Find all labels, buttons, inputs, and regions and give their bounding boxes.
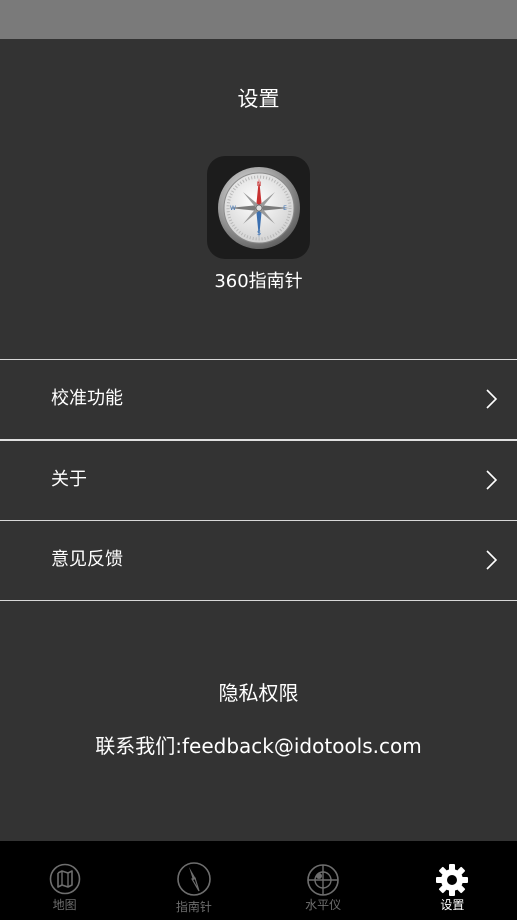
chevron-right-icon <box>486 389 498 409</box>
tab-compass[interactable]: 指南针 <box>129 841 258 920</box>
menu-item-feedback[interactable]: 意见反馈 <box>0 520 517 601</box>
menu-item-label: 意见反馈 <box>51 549 123 570</box>
tab-label: 水平仪 <box>305 898 342 912</box>
chevron-right-icon <box>486 550 498 570</box>
contact-email[interactable]: 联系我们:feedback@idotools.com <box>0 733 517 759</box>
svg-text:W: W <box>230 205 236 212</box>
chevron-right-icon <box>486 470 498 490</box>
compass-needle-icon <box>177 862 211 896</box>
app-name: 360指南针 <box>214 271 303 292</box>
tab-settings[interactable]: 设置 <box>388 841 517 920</box>
page-title: 设置 <box>237 87 280 111</box>
svg-text:S: S <box>257 230 261 237</box>
tab-bar: 地图 指南针 水平仪 设置 <box>0 841 517 920</box>
menu-item-calibration[interactable]: 校准功能 <box>0 359 517 439</box>
tab-label: 地图 <box>52 898 77 912</box>
settings-page: 设置 N S W E 360指南针 校准功能 关于 意见反馈 隐私权限 联系我们… <box>0 39 517 841</box>
tab-label: 指南针 <box>175 900 212 914</box>
privacy-link[interactable]: 隐私权限 <box>0 680 517 706</box>
settings-menu: 校准功能 关于 意见反馈 <box>0 359 517 601</box>
tab-map[interactable]: 地图 <box>0 841 129 920</box>
compass-icon: N S W E <box>207 156 310 259</box>
level-icon <box>307 864 339 896</box>
gear-icon <box>436 864 469 896</box>
tab-label: 设置 <box>440 898 465 912</box>
menu-item-label: 校准功能 <box>51 388 123 409</box>
svg-text:N: N <box>257 181 262 188</box>
map-icon <box>49 863 80 895</box>
menu-item-label: 关于 <box>51 469 87 490</box>
menu-item-about[interactable]: 关于 <box>0 439 517 520</box>
svg-text:E: E <box>283 205 287 212</box>
tab-level[interactable]: 水平仪 <box>259 841 388 920</box>
status-bar <box>0 0 517 39</box>
